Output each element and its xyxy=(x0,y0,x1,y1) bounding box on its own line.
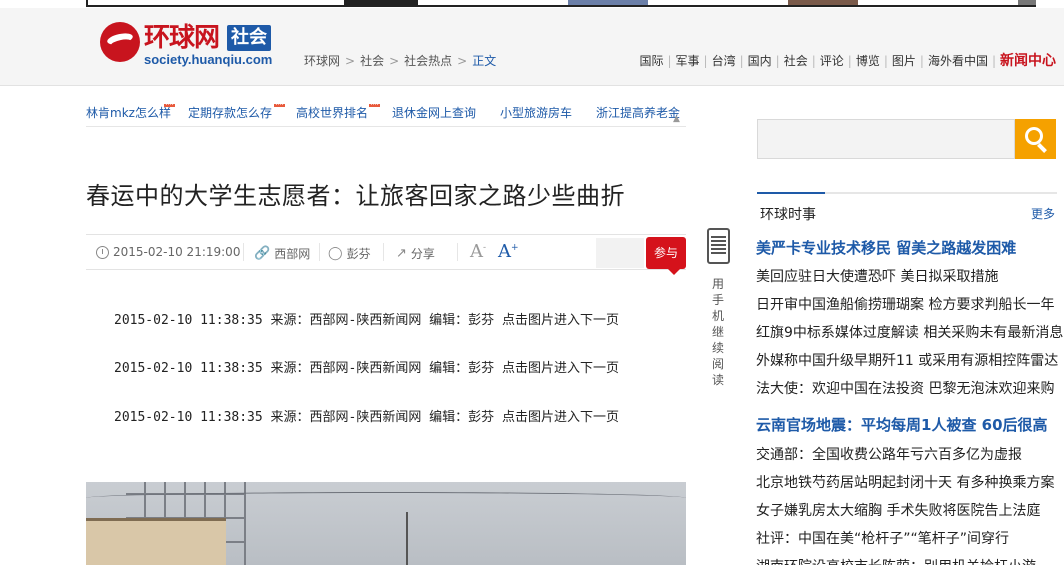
divider xyxy=(86,126,686,127)
logo-domain: society.huanqiu.com xyxy=(144,52,273,67)
hot-keyword-link[interactable]: 退休金网上查询 xyxy=(392,104,476,121)
hot-badge: 热 xyxy=(274,104,285,107)
sidebar-news-item[interactable]: 外媒称中国升级早期歼11 或采用有源相控阵雷达 xyxy=(756,350,1058,370)
nav-item[interactable]: 海外看中国 xyxy=(928,52,988,69)
nav-item[interactable]: 国内 xyxy=(748,52,772,69)
search-button[interactable] xyxy=(1015,119,1056,159)
nav-news-center[interactable]: 新闻中心 xyxy=(1000,50,1056,70)
hot-keyword-link[interactable]: 小型旅游房车 xyxy=(500,104,572,121)
share-label: 分享 xyxy=(410,247,435,261)
sidebar-news-item[interactable]: 北京地铁芍药居站明起封闭十天 有多种换乘方案 xyxy=(756,472,1054,492)
article-meta-bar: 2015-02-10 21:19:00 🔗 西部网 ◯ 彭芬 ↗ 分享 A- A… xyxy=(86,234,686,275)
hot-keyword-link[interactable]: 浙江提高养老金 xyxy=(596,104,680,121)
banner-segment xyxy=(1018,0,1036,5)
sidebar-section-title[interactable]: 环球时事 xyxy=(760,204,816,224)
nav-item[interactable]: 台湾 xyxy=(712,52,736,69)
photo-pole xyxy=(406,512,408,565)
search-icon xyxy=(1025,127,1043,145)
site-logo[interactable]: 环球网 社会 society.huanqiu.com xyxy=(100,22,280,68)
breadcrumb-current: 正文 xyxy=(472,54,497,68)
sidebar-news-item[interactable]: 交通部：全国收费公路年亏六百多亿为虚报 xyxy=(756,444,1022,464)
mobile-read-label: 用手机继续阅读 xyxy=(711,277,724,387)
nav-item[interactable]: 国际 xyxy=(639,52,663,69)
banner-segment xyxy=(344,0,418,5)
article-title: 春运中的大学生志愿者：让旅客回家之路少些曲折 xyxy=(86,182,625,210)
hot-keyword-bar: 林肯mkz怎么样 热 定期存款怎么存 热 高校世界排名 热 退休金网上查询 小型… xyxy=(86,104,686,124)
hot-badge: 热 xyxy=(164,104,175,107)
nav-item[interactable]: 博览 xyxy=(856,52,880,69)
hot-keyword-link[interactable]: 定期存款怎么存 xyxy=(188,104,272,121)
nav-item[interactable]: 社会 xyxy=(784,52,808,69)
article-author: ◯ 彭芬 xyxy=(328,245,371,262)
hot-keyword-link[interactable]: 林肯mkz怎么样 xyxy=(86,104,171,121)
sidebar-news-item[interactable]: 美回应驻日大使遭恐吓 美日拟采取措施 xyxy=(756,266,998,286)
logo-section-badge: 社会 xyxy=(227,25,271,51)
sidebar-news-item[interactable]: 日开审中国渔船偷捞珊瑚案 检方要求判船长一年 xyxy=(756,294,1054,314)
clock-icon xyxy=(96,245,109,259)
comment-button[interactable]: 参与 xyxy=(646,237,686,275)
article-source[interactable]: 🔗 西部网 xyxy=(254,245,310,262)
qr-code-icon xyxy=(707,228,730,264)
font-increase-button[interactable]: A+ xyxy=(498,241,519,262)
breadcrumb: 环球网 > 社会 > 社会热点 > 正文 xyxy=(304,52,496,69)
nav-item[interactable]: 图片 xyxy=(892,52,916,69)
sidebar-news-item[interactable]: 女子嫌乳房太大缩胸 手术失败将医院告上法庭 xyxy=(756,500,1040,520)
hot-badge: 热 xyxy=(369,104,380,107)
chevron-right-icon: > xyxy=(345,54,356,68)
banner-segment xyxy=(788,0,858,5)
photo-wire xyxy=(86,492,686,504)
chevron-right-icon: > xyxy=(457,54,468,68)
logo-name: 环球网 xyxy=(144,23,220,53)
sidebar-news-item[interactable]: 法大使：欢迎中国在法投资 巴黎无泡沫欢迎来购 xyxy=(756,378,1054,398)
comment-count xyxy=(596,238,644,268)
font-decrease-button[interactable]: A- xyxy=(470,241,486,262)
chevron-right-icon: > xyxy=(389,54,400,68)
sidebar-headline[interactable]: 美严卡专业技术移民 留美之路越发困难 xyxy=(756,237,1016,258)
breadcrumb-item[interactable]: 环球网 xyxy=(304,52,340,69)
sidebar-headline[interactable]: 云南官场地震：平均每周1人被查 60后很高 xyxy=(756,414,1048,435)
nav-item[interactable]: 评论 xyxy=(820,52,844,69)
sidebar-tab-underline xyxy=(757,192,1057,194)
breadcrumb-item[interactable]: 社会 xyxy=(360,52,384,69)
top-navigation: 国际 | 军事 | 台湾 | 国内 | 社会 | 评论 | 博览 | 图片 | 海外看中国 | 新闻中心 xyxy=(639,50,1056,70)
article-paragraph: 2015-02-10 11:38:35 来源：西部网-陕西新闻网 编辑：彭芬 点… xyxy=(114,313,620,328)
top-ad-banner[interactable] xyxy=(86,0,1036,7)
publish-time: 2015-02-10 21:19:00 xyxy=(96,245,240,259)
article-photo[interactable] xyxy=(86,482,686,565)
publish-time-text: 2015-02-10 21:19:00 xyxy=(113,245,241,259)
user-icon: ◯ xyxy=(328,246,343,261)
article-paragraph: 2015-02-10 11:38:35 来源：西部网-陕西新闻网 编辑：彭芬 点… xyxy=(114,410,620,425)
hot-keyword-link[interactable]: 高校世界排名 xyxy=(296,104,368,121)
share-button[interactable]: ↗ 分享 xyxy=(396,245,435,262)
article-source-text: 西部网 xyxy=(274,247,311,261)
sidebar-news-item[interactable]: 湖南环院设高校市长陈荫：别用机关捡杆小游 xyxy=(756,556,1036,565)
share-icon: ↗ xyxy=(396,246,407,261)
link-icon: 🔗 xyxy=(254,246,271,261)
nav-item[interactable]: 军事 xyxy=(676,52,700,69)
article-author-text: 彭芬 xyxy=(346,247,371,261)
sidebar-news-item[interactable]: 红旗9中标系媒体过度解读 相关采购未有最新消息 xyxy=(756,322,1063,342)
scroll-indicator-icon[interactable]: ▲ xyxy=(673,114,683,124)
banner-segment xyxy=(568,0,648,5)
sidebar-news-item[interactable]: 社评：中国在美“枪杆子”“笔杆子”间穿行 xyxy=(756,528,1009,548)
search-input[interactable] xyxy=(757,119,1015,159)
site-header: 环球网 社会 society.huanqiu.com 环球网 > 社会 > 社会热点 > 正… xyxy=(0,8,1064,86)
photo-building xyxy=(86,518,226,565)
mobile-qr[interactable] xyxy=(707,228,730,270)
article-paragraph: 2015-02-10 11:38:35 来源：西部网-陕西新闻网 编辑：彭芬 点… xyxy=(114,361,620,376)
logo-mark-icon xyxy=(100,22,140,62)
sidebar-more-link[interactable]: 更多 xyxy=(1031,205,1055,222)
breadcrumb-item[interactable]: 社会热点 xyxy=(404,52,452,69)
